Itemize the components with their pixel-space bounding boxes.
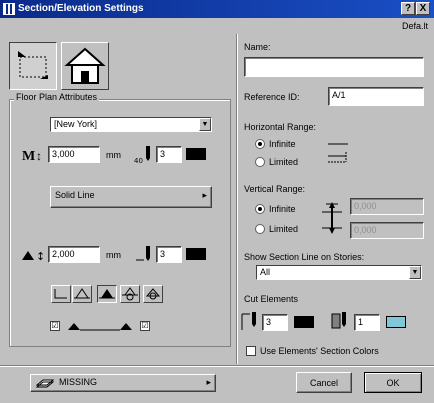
reference-id-label: Reference ID: (244, 92, 300, 102)
floor-plan-group (9, 99, 231, 347)
cancel-button[interactable]: Cancel (296, 372, 352, 393)
font-select[interactable]: [New York] ▼ (50, 117, 212, 132)
section-line-preview-icon (68, 323, 132, 331)
house-icon (64, 47, 106, 84)
stories-select[interactable]: All ▼ (256, 265, 422, 280)
marker-style-4-icon (122, 287, 138, 301)
floor-plan-group-label: Floor Plan Attributes (14, 92, 100, 102)
chevron-right-icon: ▸ (206, 377, 211, 387)
marker-style-2-icon (74, 288, 90, 299)
horizontal-range-icon (328, 143, 348, 163)
pen-icon: 40 (134, 146, 150, 164)
marker-pen-icon (136, 246, 150, 261)
font-select-value: [New York] (54, 119, 98, 129)
title-bar[interactable]: Section/Elevation Settings ? X (0, 0, 434, 18)
ok-button[interactable]: OK (364, 372, 422, 393)
app-icon (3, 3, 15, 15)
vertical-limited-label: Limited (269, 224, 299, 234)
pen-color-swatch-1[interactable] (186, 148, 206, 160)
layer-icon (35, 379, 55, 388)
cut-elements-label: Cut Elements (244, 294, 299, 304)
horizontal-infinite-radio[interactable] (255, 139, 265, 149)
text-size-unit: mm (106, 150, 121, 160)
line-type-button[interactable]: Solid Line ▸ (50, 186, 212, 208)
left-marker-checkbox[interactable]: ☑ (50, 321, 60, 331)
text-size-input[interactable]: 3,000 (48, 146, 100, 163)
cut-fill-pen-icon (331, 312, 346, 329)
marker-style-1-button[interactable] (51, 285, 71, 303)
chevron-down-icon: ▼ (199, 118, 211, 131)
vertical-separator (236, 34, 238, 364)
vertical-limited-radio[interactable] (255, 224, 265, 234)
svg-text:↕: ↕ (36, 250, 45, 262)
horizontal-infinite-label: Infinite (269, 139, 296, 149)
pen-number-input-2[interactable]: 3 (156, 246, 182, 263)
vertical-range-icon (322, 202, 342, 234)
cut-pen-number-input-2[interactable]: 1 (354, 314, 380, 331)
marker-style-5-button[interactable] (143, 285, 163, 303)
elevation-type-button[interactable] (61, 42, 109, 90)
cut-pen-color-swatch-1[interactable] (294, 316, 314, 328)
marker-style-4-button[interactable] (120, 285, 140, 303)
marker-style-5-icon (145, 288, 161, 300)
pen-color-swatch-2[interactable] (186, 248, 206, 260)
marker-style-1-icon (54, 289, 67, 299)
stories-select-value: All (260, 267, 271, 277)
vertical-top-input[interactable]: 0,000 (350, 198, 424, 215)
horizontal-limited-label: Limited (269, 157, 299, 167)
text-size-icon: M ↕ (22, 149, 42, 162)
svg-text:M: M (22, 149, 35, 162)
line-type-label: Solid Line (55, 190, 95, 200)
layer-label: MISSING (59, 377, 98, 387)
section-marker-icon (18, 51, 48, 79)
help-button[interactable]: ? (401, 2, 415, 15)
cut-pen-icon (241, 312, 256, 330)
reference-id-input[interactable]: A/1 (328, 87, 424, 106)
name-label: Name: (244, 42, 271, 52)
vertical-infinite-label: Infinite (269, 204, 296, 214)
use-section-colors-label: Use Elements' Section Colors (260, 346, 379, 356)
marker-size-icon: ↕ (22, 250, 45, 262)
cut-pen-number-input-1[interactable]: 3 (262, 314, 288, 331)
marker-size-input[interactable]: 2,000 (48, 246, 100, 263)
cut-pen-color-swatch-2[interactable] (386, 316, 406, 328)
marker-style-2-button[interactable] (72, 285, 92, 303)
footer-separator (0, 365, 434, 367)
horizontal-range-label: Horizontal Range: (244, 122, 317, 132)
show-on-stories-label: Show Section Line on Stories: (244, 252, 365, 262)
section-elevation-dialog: Section/Elevation Settings ? X Defa.lt F… (0, 0, 434, 403)
chevron-right-icon: ▸ (202, 190, 207, 200)
window-title: Section/Elevation Settings (18, 3, 144, 14)
marker-style-3-button[interactable] (97, 285, 117, 303)
close-button[interactable]: X (416, 2, 430, 15)
marker-style-3-icon (99, 289, 115, 299)
horizontal-limited-radio[interactable] (255, 157, 265, 167)
vertical-range-label: Vertical Range: (244, 184, 306, 194)
marker-size-unit: mm (106, 250, 121, 260)
svg-text:↕: ↕ (36, 149, 42, 162)
vertical-bottom-input[interactable]: 0,000 (350, 222, 424, 239)
section-marker-type-button[interactable] (9, 42, 57, 90)
layer-select-button[interactable]: MISSING ▸ (30, 374, 216, 392)
name-input[interactable] (244, 57, 424, 77)
use-section-colors-checkbox[interactable] (246, 346, 256, 356)
pen-number-input-1[interactable]: 3 (156, 146, 182, 163)
chevron-down-icon: ▼ (409, 266, 421, 279)
svg-text:40: 40 (134, 157, 143, 164)
defaults-link[interactable]: Defa.lt (402, 21, 428, 31)
right-marker-checkbox[interactable]: ☑ (140, 321, 150, 331)
vertical-infinite-radio[interactable] (255, 204, 265, 214)
